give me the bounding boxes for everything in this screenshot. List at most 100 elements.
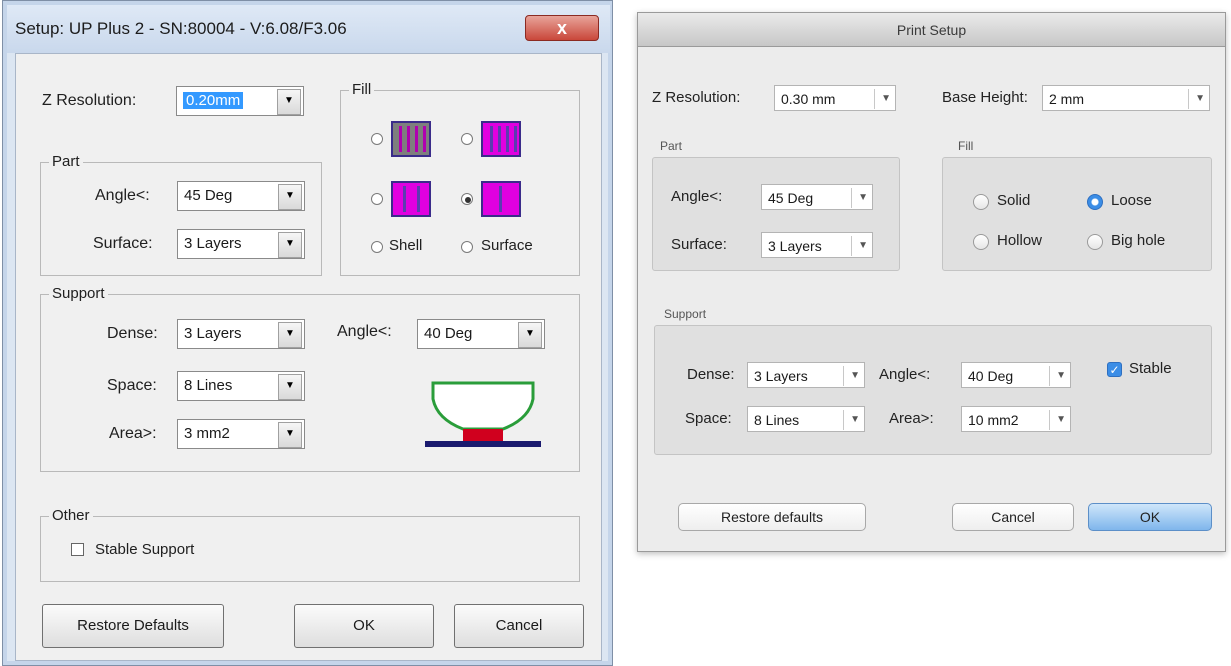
restore-defaults-button[interactable]: Restore defaults (678, 503, 866, 531)
support-angle-value: 40 Deg (968, 368, 1014, 384)
part-surface-label: Surface: (671, 236, 727, 253)
support-dense-label: Dense: (107, 325, 158, 342)
support-space-label: Space: (107, 377, 157, 394)
window-title: Setup: UP Plus 2 - SN:80004 - V:6.08/F3.… (15, 19, 347, 38)
support-space-select[interactable]: 8 Lines ▼ (177, 371, 305, 401)
part-group-title: Part (49, 153, 83, 170)
fill-pattern-loose-icon (391, 181, 431, 217)
support-space-select[interactable]: 8 Lines ▼ (747, 406, 865, 432)
support-group-title: Support (49, 285, 108, 302)
support-space-value: 8 Lines (184, 377, 233, 394)
fill-radio-4-selected[interactable] (461, 193, 473, 205)
fill-shell-label: Shell (389, 237, 423, 254)
support-dense-select[interactable]: 3 Layers ▼ (747, 362, 865, 388)
fill-radio-3[interactable] (371, 193, 383, 205)
dropdown-arrow-icon: ▼ (278, 322, 302, 348)
stable-checkbox[interactable]: ✓ (1107, 362, 1122, 377)
part-surface-label: Surface: (93, 235, 153, 252)
support-angle-select[interactable]: 40 Deg ▼ (417, 319, 545, 349)
support-space-label: Space: (685, 410, 732, 427)
fill-hollow-radio[interactable] (973, 234, 989, 250)
dropdown-arrow-icon: ▼ (277, 89, 301, 115)
part-group: Angle<: 45 Deg ▼ Surface: 3 Layers ▼ (652, 157, 900, 271)
fill-radio-2[interactable] (461, 133, 473, 145)
mac-print-setup-dialog: Print Setup Z Resolution: 0.30 mm ▼ Base… (637, 12, 1226, 552)
fill-big-hole-radio[interactable] (1087, 234, 1103, 250)
fill-shell-radio[interactable] (371, 241, 383, 253)
part-group: Part Angle<: 45 Deg ▼ Surface: 3 Layers … (40, 153, 322, 276)
base-height-value: 2 mm (1049, 91, 1084, 107)
support-dense-value: 3 Layers (754, 368, 808, 384)
support-angle-label: Angle<: (337, 323, 392, 340)
dropdown-arrow-icon: ▼ (1195, 93, 1205, 104)
restore-defaults-button[interactable]: Restore Defaults (42, 604, 224, 648)
dropdown-arrow-icon: ▼ (518, 322, 542, 348)
support-group-title: Support (664, 307, 707, 321)
part-surface-select[interactable]: 3 Layers ▼ (761, 232, 873, 258)
support-area-select[interactable]: 10 mm2 ▼ (961, 406, 1071, 432)
z-resolution-select[interactable]: 0.30 mm ▼ (774, 85, 896, 111)
title-bar: Setup: UP Plus 2 - SN:80004 - V:6.08/F3.… (7, 5, 610, 53)
dropdown-arrow-icon: ▼ (1056, 414, 1066, 425)
fill-solid-radio[interactable] (973, 194, 989, 210)
fill-hollow-label: Hollow (997, 232, 1043, 249)
stable-support-checkbox[interactable] (71, 543, 84, 556)
ok-button[interactable]: OK (294, 604, 434, 648)
part-group-title: Part (660, 139, 683, 153)
dialog-body: Z Resolution: 0.20mm ▼ Part Angle<: 45 D… (15, 53, 602, 661)
dropdown-arrow-icon: ▼ (278, 232, 302, 258)
dropdown-arrow-icon: ▼ (1056, 370, 1066, 381)
fill-group-title: Fill (958, 139, 974, 153)
fill-loose-label: Loose (1111, 192, 1152, 209)
support-area-value: 3 mm2 (184, 425, 230, 442)
support-angle-select[interactable]: 40 Deg ▼ (961, 362, 1071, 388)
cancel-button[interactable]: Cancel (454, 604, 584, 648)
fill-pattern-solid-icon (391, 121, 431, 157)
part-angle-select[interactable]: 45 Deg ▼ (177, 181, 305, 211)
fill-group: Solid Loose Hollow Big hole (942, 157, 1212, 271)
dropdown-arrow-icon: ▼ (278, 184, 302, 210)
fill-loose-radio[interactable] (1087, 194, 1103, 210)
part-angle-value: 45 Deg (768, 190, 814, 206)
support-area-select[interactable]: 3 mm2 ▼ (177, 419, 305, 449)
z-resolution-label: Z Resolution: (652, 89, 741, 106)
support-area-value: 10 mm2 (968, 412, 1019, 428)
dropdown-arrow-icon: ▼ (850, 370, 860, 381)
cancel-button[interactable]: Cancel (952, 503, 1074, 531)
close-button[interactable]: x (525, 15, 599, 41)
support-angle-label: Angle<: (879, 366, 931, 383)
other-group-title: Other (49, 507, 93, 524)
dropdown-arrow-icon: ▼ (278, 374, 302, 400)
dropdown-arrow-icon: ▼ (858, 192, 868, 203)
part-angle-select[interactable]: 45 Deg ▼ (761, 184, 873, 210)
fill-surface-radio[interactable] (461, 241, 473, 253)
z-resolution-value: 0.20mm (183, 92, 244, 109)
other-group: Other Stable Support (40, 507, 580, 582)
dropdown-arrow-icon: ▼ (858, 240, 868, 251)
support-group: Support Dense: 3 Layers ▼ Space: 8 Lines… (40, 285, 580, 472)
support-dense-select[interactable]: 3 Layers ▼ (177, 319, 305, 349)
support-angle-diagram-icon (425, 381, 541, 447)
fill-radio-1[interactable] (371, 133, 383, 145)
dropdown-arrow-icon: ▼ (278, 422, 302, 448)
z-resolution-value: 0.30 mm (781, 91, 836, 107)
fill-group: Fill Shell Surface (340, 81, 580, 276)
fill-group-title: Fill (349, 81, 375, 98)
z-resolution-label: Z Resolution: (42, 92, 137, 109)
fill-pattern-bighole-icon (481, 181, 521, 217)
support-group: Dense: 3 Layers ▼ Space: 8 Lines ▼ Angle… (654, 325, 1212, 455)
base-height-select[interactable]: 2 mm ▼ (1042, 85, 1210, 111)
fill-solid-label: Solid (997, 192, 1031, 209)
dropdown-arrow-icon: ▼ (850, 414, 860, 425)
ok-button[interactable]: OK (1088, 503, 1212, 531)
stable-label: Stable (1129, 360, 1172, 377)
windows-setup-dialog: Setup: UP Plus 2 - SN:80004 - V:6.08/F3.… (2, 0, 613, 666)
support-angle-value: 40 Deg (424, 325, 473, 342)
part-surface-value: 3 Layers (768, 238, 822, 254)
support-area-label: Area>: (109, 425, 157, 442)
z-resolution-select[interactable]: 0.20mm ▼ (176, 86, 304, 116)
part-surface-select[interactable]: 3 Layers ▼ (177, 229, 305, 259)
stable-support-label: Stable Support (95, 541, 195, 558)
fill-big-hole-label: Big hole (1111, 232, 1166, 249)
base-height-label: Base Height: (942, 89, 1028, 106)
